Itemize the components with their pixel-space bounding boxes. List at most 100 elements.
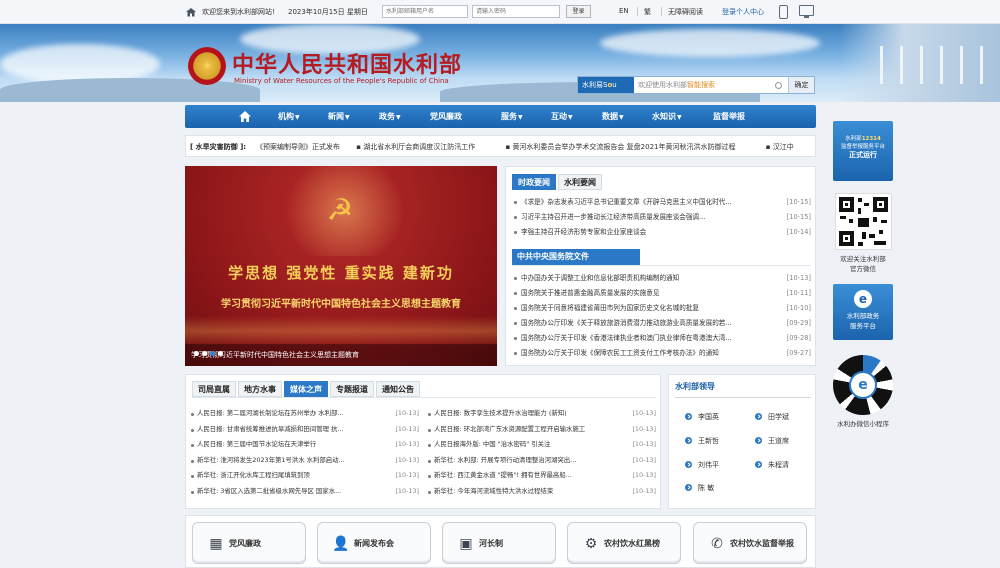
ticker-item[interactable]: ▪ 汉江中 <box>766 143 808 151</box>
ticker-item[interactable]: ▪ 黄河水利委员会举办学术交流报告会 复盘2021年黄河秋汛洪水防御过程 <box>505 143 749 151</box>
central-documents-heading[interactable]: 中共中央国务院文件 <box>512 249 640 265</box>
list-item[interactable]: 人民日报: 第二届河湖长制论坛在苏州举办 水利部... [10-13] <box>191 406 419 422</box>
list-item[interactable]: 国务院办公厅关于印发《保障农民工工资支付工作考核办法》的通知 [09-27] <box>512 346 811 361</box>
tab-politics[interactable]: 时政要闻 <box>512 174 556 190</box>
leader-link[interactable]: 朱程清 <box>755 460 789 470</box>
news-panel: 时政要闻 水利要闻 《求是》杂志发表习近平总书记重要文章《开辟马克思主义中国化时… <box>505 166 816 366</box>
tab-notices[interactable]: 通知公告 <box>376 381 420 397</box>
carousel-dot[interactable] <box>218 351 223 356</box>
list-item[interactable]: 人民日报: 甘肃省统筹推进抗旱减损和田间管理 抗... [10-13] <box>191 422 419 438</box>
desktop-icon[interactable] <box>799 5 814 18</box>
list-item[interactable]: 国务院办公厅关于印发《香港法律执业者和澳门执业律师在粤港澳大湾... [09-28… <box>512 331 811 346</box>
qr-finder <box>839 231 854 246</box>
mobile-icon[interactable] <box>779 5 788 19</box>
ticker-item[interactable]: ▪ 湖北省水利厅会商调度汉江防汛工作 <box>356 143 489 151</box>
quick-link-press-conference[interactable]: 👤 新闻发布会 <box>317 522 431 564</box>
list-item[interactable]: 新华社: 西江黄金水道 "提畅"! 拥有世界最高船... [10-13] <box>428 468 656 484</box>
home-icon[interactable] <box>239 111 251 122</box>
carousel-dot[interactable] <box>202 351 207 356</box>
ticker-heading[interactable]: [ 水旱灾害防御 ]: <box>190 142 246 152</box>
search-brand: 水利易Sou <box>578 77 634 93</box>
login-button[interactable]: 登录 <box>566 5 591 18</box>
list-item[interactable]: 人民日报海外版: 中国 "治水密码" 引关注 [10-13] <box>428 437 656 453</box>
qr-module <box>849 219 853 223</box>
quick-link-river-chief[interactable]: ▣ 河长制 <box>442 522 556 564</box>
list-item[interactable]: 新华社: 水利部: 开展专项行动清理整治河湖突出... [10-13] <box>428 453 656 469</box>
carousel-dot-active[interactable] <box>210 351 215 356</box>
nav-item-integrity[interactable]: 党风廉政 <box>430 111 462 122</box>
nav-item-institutions[interactable]: 机构▼ <box>278 111 300 122</box>
tab-bureaus[interactable]: 司局直属 <box>192 381 236 397</box>
wechat-caption: 欢迎关注水利部 官方微信 <box>840 255 886 273</box>
nav-item-news[interactable]: 新闻▼ <box>328 111 350 122</box>
leader-link[interactable]: 李国英 <box>685 412 719 422</box>
quick-link-rural-water-report[interactable]: ✆ 农村饮水监督举报 <box>693 522 807 564</box>
supervision-platform-card[interactable]: 水利部12314 监督举报服务平台 正式运行 <box>833 121 893 181</box>
search-icon[interactable] <box>775 82 782 89</box>
username-input[interactable] <box>382 5 468 18</box>
ticker-item[interactable]: 《预案编制导则》正式发布 <box>256 143 340 151</box>
search-submit-button[interactable]: 确定 <box>788 77 814 93</box>
arrow-right-icon <box>755 413 762 420</box>
documents-list: 中办国办关于调整工业和信息化部职责机构编制的通知 [10-13] 国务院关于推进普… <box>512 271 811 361</box>
government-service-platform-card[interactable]: e 水利部政务 服务平台 <box>833 284 893 340</box>
list-item[interactable]: 新华社: 3省区入选第二批省级水网先导区 国家水... [10-13] <box>191 484 419 500</box>
carousel-dot[interactable] <box>194 351 199 356</box>
leaders-heading: 水利部领导 <box>675 382 715 391</box>
accessible-reading-link[interactable]: 无障碍阅读 <box>668 7 703 17</box>
leader-link[interactable]: 陈 敏 <box>685 483 714 493</box>
nav-item-supervision[interactable]: 监督举报 <box>713 111 745 122</box>
site-title[interactable]: 中华人民共和国水利部 <box>232 47 462 79</box>
leader-link[interactable]: 王道席 <box>755 436 789 446</box>
personal-center-link[interactable]: 登录个人中心 <box>722 7 764 17</box>
tab-special-reports[interactable]: 专题报道 <box>330 381 374 397</box>
phone-icon: ✆ <box>711 536 723 552</box>
list-item[interactable]: 新华社: 淮河将发生2023年第1号洪水 水利部启动... [10-13] <box>191 453 419 469</box>
qr-module <box>869 234 875 238</box>
carousel-theme: 学习贯彻习近平新时代中国特色社会主义思想主题教育 <box>221 299 461 310</box>
media-news-panel: 司局直属 地方水事 媒体之声 专题报道 通知公告 人民日报: 第二届河湖长制论坛… <box>185 374 661 509</box>
nav-item-data[interactable]: 数据▼ <box>602 111 624 122</box>
list-item[interactable]: 人民日报: 第三届中国节水论坛在天津举行 [10-13] <box>191 437 419 453</box>
list-item[interactable]: 《求是》杂志发表习近平总书记重要文章《开辟马克思主义中国化时代... [10-15… <box>512 195 811 210</box>
list-item[interactable]: 新华社: 今年海河流域性特大洪水过程结束 [10-13] <box>428 484 656 500</box>
list-item[interactable]: 国务院关于同意将福建省莆田市列为国家历史文化名城的批复 [10-10] <box>512 301 811 316</box>
leader-link[interactable]: 田学斌 <box>755 412 789 422</box>
tab-water-news[interactable]: 水利要闻 <box>558 174 602 190</box>
english-link[interactable]: EN <box>619 7 629 15</box>
leader-link[interactable]: 刘伟平 <box>685 460 719 470</box>
leader-link[interactable]: 王新哲 <box>685 436 719 446</box>
nav-item-government[interactable]: 政务▼ <box>379 111 401 122</box>
quick-link-rural-water-ranking[interactable]: ⚙ 农村饮水红黑榜 <box>567 522 681 564</box>
dam-image <box>840 24 1000 102</box>
qr-module <box>862 232 866 239</box>
search-input[interactable]: 欢迎使用水利部智能搜索 <box>638 80 715 90</box>
list-item[interactable]: 中办国办关于调整工业和信息化部职责机构编制的通知 [10-13] <box>512 271 811 286</box>
home-icon[interactable] <box>186 7 196 17</box>
wechat-qr-code <box>835 193 892 250</box>
national-emblem-logo[interactable]: ★ <box>188 47 226 85</box>
carousel-caption-bar: 学习贯彻习近平新时代中国特色社会主义思想主题教育 <box>185 344 497 366</box>
cloud <box>600 29 820 57</box>
search-bar: 水利易Sou 欢迎使用水利部智能搜索 确定 <box>577 76 815 94</box>
nav-item-service[interactable]: 服务▼ <box>501 111 523 122</box>
list-item[interactable]: 人民日报: 环北部湾广东水资源配置工程开启输水施工 [10-13] <box>428 422 656 438</box>
traditional-chinese-link[interactable]: 繁 <box>644 7 651 17</box>
quick-link-integrity[interactable]: ▦ 党风廉政 <box>192 522 306 564</box>
tab-media-voice[interactable]: 媒体之声 <box>284 381 328 397</box>
list-item[interactable]: 人民日报: 数字孪生技术提升水治理能力 (新知) [10-13] <box>428 406 656 422</box>
nav-item-water-knowledge[interactable]: 水知识▼ <box>652 111 682 122</box>
list-item[interactable]: 习近平主持召开进一步推动长江经济带高质量发展座谈会强调... [10-15] <box>512 210 811 225</box>
tab-local-water[interactable]: 地方水事 <box>238 381 282 397</box>
list-item[interactable]: 国务院办公厅印发《关于释放旅游消费潜力推动旅游业高质量发展的若... [09-29… <box>512 316 811 331</box>
nav-item-interaction[interactable]: 互动▼ <box>551 111 573 122</box>
password-input[interactable] <box>472 5 560 18</box>
list-item[interactable]: 国务院关于推进普惠金融高质量发展的实施意见 [10-11] <box>512 286 811 301</box>
featured-carousel[interactable]: ☭ 学思想 强党性 重实践 建新功 学习贯彻习近平新时代中国特色社会主义思想主题… <box>185 166 497 366</box>
main-nav: 机构▼ 新闻▼ 政务▼ 党风廉政 服务▼ 互动▼ 数据▼ 水知识▼ 监督举报 <box>185 105 816 128</box>
carousel-dots <box>191 350 491 358</box>
list-item[interactable]: 新华社: 浙江开化水库工程扫尾填筑到顶 [10-13] <box>191 468 419 484</box>
arrow-right-icon <box>685 484 692 491</box>
arrow-right-icon <box>685 437 692 444</box>
list-item[interactable]: 李强主持召开经济形势专家和企业家座谈会 [10-14] <box>512 225 811 240</box>
